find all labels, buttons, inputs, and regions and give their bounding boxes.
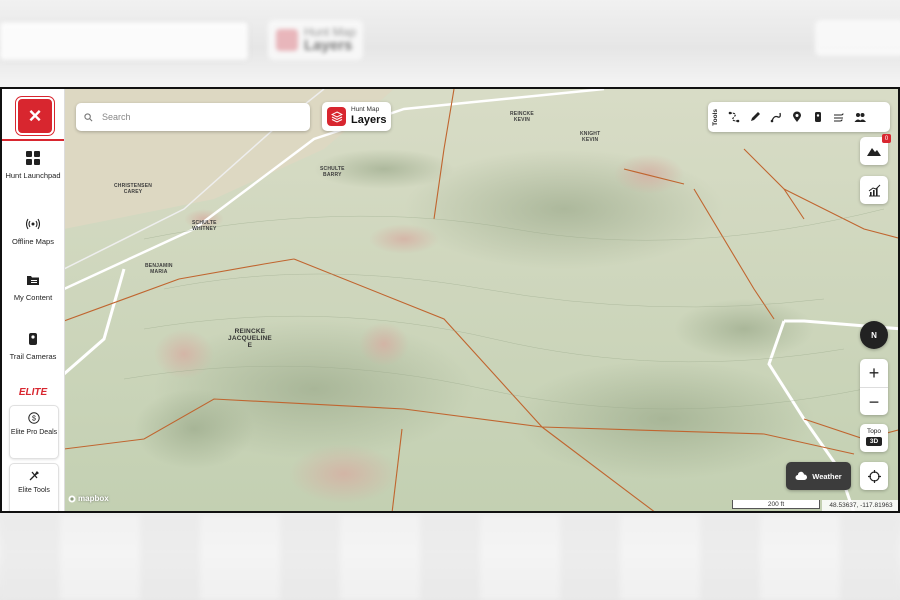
- basemap-3d-badge: 3D: [865, 437, 883, 446]
- parcel-label: SCHULTE WHITNEY: [192, 220, 217, 232]
- weather-button[interactable]: Weather: [786, 462, 851, 490]
- ridge-shadow: [134, 389, 254, 469]
- pencil-icon[interactable]: [748, 111, 761, 124]
- basemap-label: Topo: [866, 428, 882, 435]
- clearing-patch: [614, 154, 684, 194]
- analytics-button[interactable]: [860, 176, 888, 204]
- clearing-patch: [369, 224, 439, 254]
- background-search-blur: [0, 22, 248, 60]
- search-icon: [84, 112, 93, 121]
- parcel-label: KNIGHT KEVIN: [580, 131, 601, 143]
- elite-tools-button[interactable]: Elite Tools: [9, 463, 59, 511]
- crosshair-icon: [867, 469, 881, 483]
- elite-pro-deals-button[interactable]: $ Elite Pro Deals: [9, 405, 59, 459]
- app-window: REINCKE JACQUELINE E BENJAMIN MARIA SCHULTE…: [0, 87, 900, 513]
- background-layers-icon: [276, 29, 298, 51]
- sidebar-item-hunt-launchpad[interactable]: Hunt Launchpad: [2, 151, 64, 180]
- background-toolbar-blur: Hunt Map Layers: [0, 0, 900, 86]
- sidebar-item-trail-cameras[interactable]: Trail Cameras: [2, 332, 64, 361]
- sidebar-item-my-content[interactable]: My Content: [2, 273, 64, 302]
- group-icon[interactable]: [853, 111, 866, 124]
- layers-title: Layers: [351, 114, 387, 127]
- elite-card-label: Elite Pro Deals: [10, 429, 58, 436]
- broadcast-icon: [26, 218, 40, 230]
- background-layers-title: Layers: [304, 37, 353, 55]
- layers-button[interactable]: Hunt Map Layers: [322, 102, 391, 131]
- elite-card-label: Elite Tools: [18, 487, 50, 494]
- wind-icon[interactable]: [832, 111, 845, 124]
- elite-logo: ELITE: [18, 387, 48, 398]
- zoom-in-button[interactable]: +: [860, 359, 888, 388]
- camera-icon: [29, 333, 37, 345]
- search-input[interactable]: [100, 111, 294, 123]
- compass-button[interactable]: N: [860, 321, 888, 349]
- clearing-patch: [154, 329, 214, 379]
- sidebar-item-label: My Content: [13, 293, 53, 302]
- background-tools-blur: [815, 20, 900, 56]
- sidebar-item-label: Trail Cameras: [9, 352, 57, 361]
- coordinates-readout: 48.53637, -117.81963: [822, 500, 898, 511]
- grid-icon: [26, 151, 40, 165]
- sidebar-divider: [2, 139, 64, 141]
- marker-icon[interactable]: [790, 111, 803, 124]
- ridge-shadow: [674, 299, 814, 359]
- alerts-button[interactable]: 0: [860, 134, 891, 165]
- folder-icon: [27, 276, 39, 285]
- parcel-label: CHRISTENSEN CAREY: [114, 183, 153, 195]
- parcel-label: BENJAMIN MARIA: [145, 263, 173, 275]
- zoom-control: + −: [860, 359, 888, 415]
- chart-icon: [868, 184, 880, 196]
- parcel-label: SCHULTE BARRY: [320, 166, 345, 178]
- ridge-shadow: [514, 359, 814, 479]
- mapbox-attribution[interactable]: mapbox: [68, 494, 109, 503]
- close-icon: ×: [28, 103, 42, 128]
- weather-label: Weather: [812, 471, 842, 481]
- clearing-patch: [359, 322, 409, 366]
- tools-label: Tools: [712, 108, 719, 126]
- dollar-icon: $: [28, 412, 40, 424]
- map-alert-icon: [867, 148, 881, 156]
- compass-north-label: N: [871, 330, 877, 340]
- tools-icon: [29, 470, 40, 481]
- cloud-icon: [795, 471, 808, 480]
- scale-bar: 200 ft: [732, 500, 820, 509]
- alert-badge: 0: [882, 134, 891, 143]
- background-layers-blur: Hunt Map Layers: [268, 20, 363, 60]
- sidebar-item-offline-maps[interactable]: Offline Maps: [2, 217, 64, 246]
- route-icon[interactable]: [727, 111, 740, 124]
- svg-text:$: $: [32, 416, 36, 423]
- layers-subtitle: Hunt Map: [351, 105, 380, 113]
- tools-toolbar: Tools: [708, 102, 890, 132]
- search-box[interactable]: [76, 103, 310, 131]
- terrain-map[interactable]: [64, 89, 900, 513]
- sidebar-item-label: Offline Maps: [12, 237, 54, 246]
- layers-icon: [327, 107, 346, 126]
- mapbox-label: mapbox: [78, 494, 109, 503]
- clearing-patch: [289, 444, 399, 504]
- close-button[interactable]: ×: [16, 97, 54, 135]
- locate-button[interactable]: [860, 462, 888, 490]
- parcel-label: REINCKE KEVIN: [510, 111, 534, 123]
- sidebar: × Hunt Launchpad Offline Maps My Content…: [2, 89, 65, 511]
- zoom-out-button[interactable]: −: [860, 388, 888, 416]
- background-bottom-blur: [0, 515, 900, 600]
- mapbox-logo-icon: [68, 495, 76, 502]
- track-icon[interactable]: [769, 111, 782, 124]
- phone-icon[interactable]: [811, 111, 824, 124]
- sidebar-item-label: Hunt Launchpad: [5, 171, 61, 180]
- parcel-label: REINCKE JACQUELINE E: [228, 328, 272, 350]
- basemap-toggle[interactable]: Topo 3D: [860, 424, 888, 452]
